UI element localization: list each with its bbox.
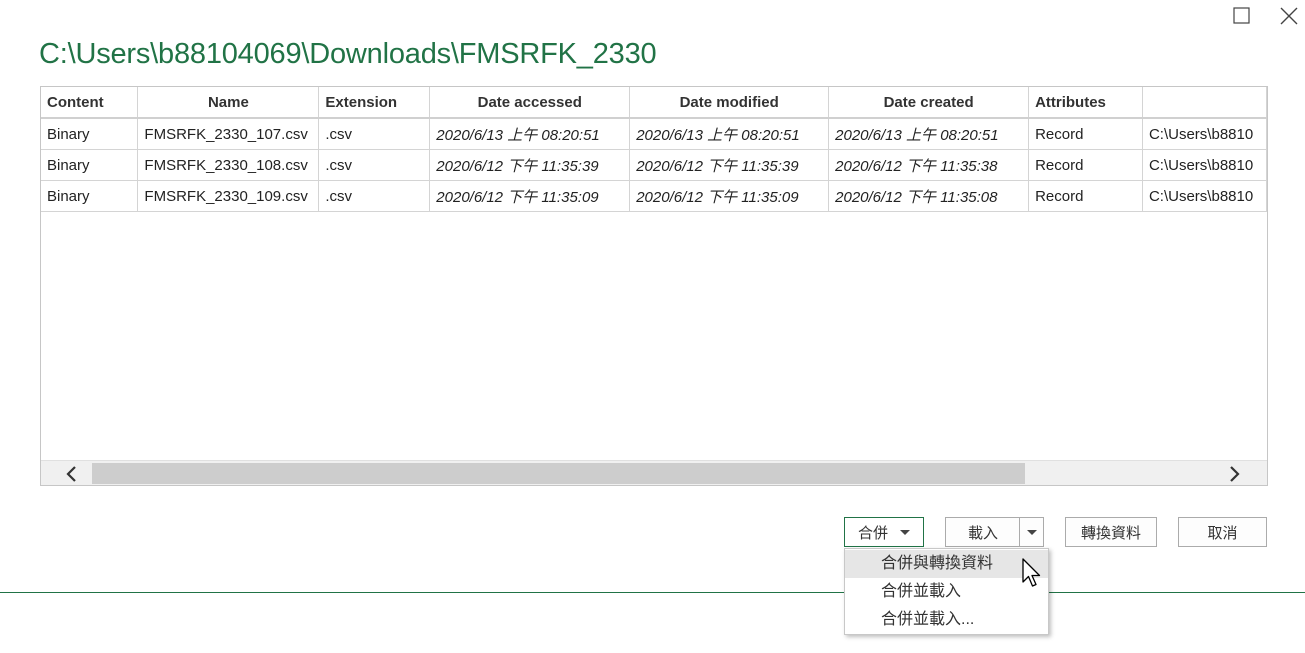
- chevron-down-icon: [900, 529, 910, 535]
- cell-attributes[interactable]: Record: [1028, 149, 1143, 181]
- cell-content[interactable]: Binary: [41, 118, 139, 150]
- cell-extension[interactable]: .csv: [318, 180, 431, 212]
- scroll-left-icon[interactable]: [63, 465, 81, 483]
- table-row[interactable]: Binary FMSRFK_2330_108.csv .csv 2020/6/1…: [41, 149, 1267, 181]
- window-title: C:\Users\b88104069\Downloads\FMSRFK_2330: [39, 38, 657, 70]
- cell-date-accessed[interactable]: 2020/6/13 上午 08:20:51: [429, 118, 631, 150]
- menu-item-combine-and-transform[interactable]: 合併與轉換資料: [845, 550, 1048, 578]
- column-header-attributes[interactable]: Attributes: [1028, 87, 1143, 119]
- combine-dropdown-menu: 合併與轉換資料 合併並載入 合併並載入...: [844, 548, 1049, 635]
- column-header-extension[interactable]: Extension: [318, 87, 431, 119]
- cell-content[interactable]: Binary: [41, 149, 139, 181]
- horizontal-scrollbar[interactable]: [41, 460, 1267, 485]
- footer-divider: [0, 592, 1305, 593]
- cell-date-modified[interactable]: 2020/6/13 上午 08:20:51: [629, 118, 830, 150]
- cell-date-accessed[interactable]: 2020/6/12 下午 11:35:09: [429, 180, 631, 212]
- load-dropdown-button[interactable]: [1019, 517, 1044, 547]
- cell-attributes[interactable]: Record: [1028, 180, 1143, 212]
- cell-name[interactable]: FMSRFK_2330_107.csv: [137, 118, 320, 150]
- menu-item-combine-and-load[interactable]: 合併並載入: [845, 578, 1048, 606]
- cell-attributes[interactable]: Record: [1028, 118, 1143, 150]
- cell-date-created[interactable]: 2020/6/12 下午 11:35:38: [828, 149, 1030, 181]
- cell-date-modified[interactable]: 2020/6/12 下午 11:35:09: [629, 180, 830, 212]
- load-button[interactable]: 載入: [945, 517, 1021, 547]
- cell-date-created[interactable]: 2020/6/13 上午 08:20:51: [828, 118, 1030, 150]
- column-header-name[interactable]: Name: [137, 87, 320, 119]
- column-header-date-accessed[interactable]: Date accessed: [429, 87, 631, 119]
- menu-item-combine-and-load-to[interactable]: 合併並載入...: [845, 606, 1048, 634]
- maximize-icon[interactable]: [1231, 5, 1253, 27]
- cell-extension[interactable]: .csv: [318, 149, 431, 181]
- cell-folder-path[interactable]: C:\Users\b8810: [1142, 149, 1267, 181]
- cell-extension[interactable]: .csv: [318, 118, 431, 150]
- file-preview-grid: Content Name Extension Date accessed Dat…: [40, 86, 1268, 486]
- cell-folder-path[interactable]: C:\Users\b8810: [1142, 118, 1267, 150]
- column-header-date-modified[interactable]: Date modified: [629, 87, 830, 119]
- cancel-button[interactable]: 取消: [1178, 517, 1267, 547]
- table-row[interactable]: Binary FMSRFK_2330_109.csv .csv 2020/6/1…: [41, 180, 1267, 212]
- cell-date-accessed[interactable]: 2020/6/12 下午 11:35:39: [429, 149, 631, 181]
- combine-button-label: 合併: [857, 524, 888, 542]
- cell-folder-path[interactable]: C:\Users\b8810: [1142, 180, 1267, 212]
- transform-data-button[interactable]: 轉換資料: [1065, 517, 1157, 547]
- cell-name[interactable]: FMSRFK_2330_109.csv: [137, 180, 320, 212]
- close-icon[interactable]: [1278, 5, 1300, 27]
- scroll-right-icon[interactable]: [1225, 465, 1243, 483]
- cell-name[interactable]: FMSRFK_2330_108.csv: [137, 149, 320, 181]
- cell-date-modified[interactable]: 2020/6/12 下午 11:35:39: [629, 149, 830, 181]
- mouse-pointer-icon: [1021, 558, 1043, 590]
- file-table: Content Name Extension Date accessed Dat…: [41, 87, 1267, 212]
- cell-content[interactable]: Binary: [41, 180, 139, 212]
- table-header-row: Content Name Extension Date accessed Dat…: [41, 87, 1267, 119]
- column-header-folder-path[interactable]: [1142, 87, 1267, 119]
- chevron-down-icon: [1026, 529, 1037, 535]
- column-header-content[interactable]: Content: [41, 87, 139, 119]
- column-header-date-created[interactable]: Date created: [828, 87, 1030, 119]
- table-row[interactable]: Binary FMSRFK_2330_107.csv .csv 2020/6/1…: [41, 118, 1267, 150]
- combine-button[interactable]: 合併: [844, 517, 924, 547]
- scrollbar-thumb[interactable]: [92, 463, 1025, 484]
- cell-date-created[interactable]: 2020/6/12 下午 11:35:08: [828, 180, 1030, 212]
